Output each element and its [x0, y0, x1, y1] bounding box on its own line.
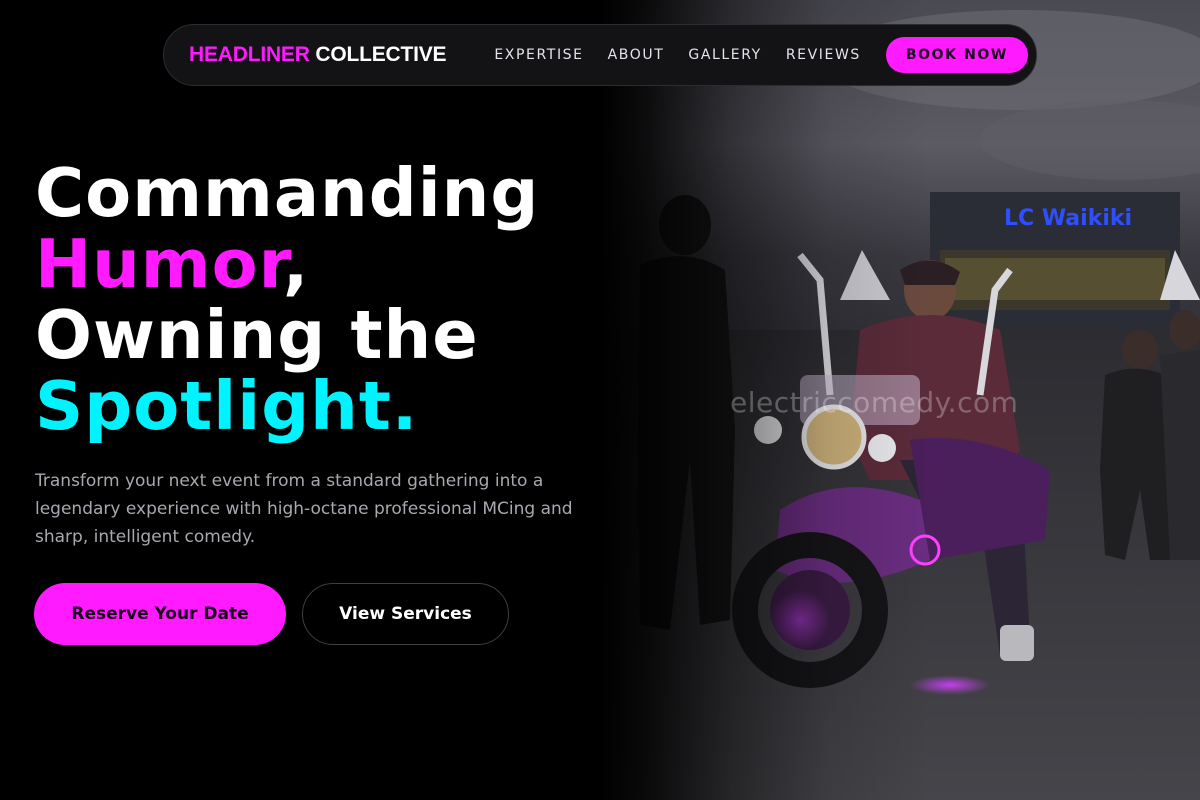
headline-highlight-humor: Humor — [35, 225, 283, 303]
nav-link-expertise[interactable]: EXPERTISE — [494, 47, 583, 63]
top-navbar: HEADLINER COLLECTIVE EXPERTISE ABOUT GAL… — [163, 24, 1037, 86]
brand-name-accent: HEADLINER — [189, 43, 310, 66]
headline-line-2: Humor, — [35, 229, 539, 300]
headline-line-1: Commanding — [35, 154, 540, 232]
reserve-date-button[interactable]: Reserve Your Date — [34, 583, 286, 645]
headline-comma: , — [282, 225, 310, 303]
nav-link-reviews[interactable]: REVIEWS — [786, 47, 861, 63]
brand-logo[interactable]: HEADLINER COLLECTIVE — [189, 43, 447, 67]
nav-link-gallery[interactable]: GALLERY — [688, 47, 761, 63]
image-watermark: electriccomedy.com — [730, 386, 1019, 419]
nav-links: EXPERTISE ABOUT GALLERY REVIEWS — [494, 47, 861, 63]
headline-line-4: Spotlight. — [35, 367, 419, 445]
hero-subtitle: Transform your next event from a standar… — [35, 471, 573, 547]
headline-line-3: Owning the — [35, 296, 479, 374]
brand-name-rest: COLLECTIVE — [309, 43, 447, 66]
book-now-button[interactable]: BOOK NOW — [885, 37, 1028, 73]
view-services-button[interactable]: View Services — [302, 583, 509, 645]
nav-link-about[interactable]: ABOUT — [608, 47, 665, 63]
store-sign: LC Waikiki — [1004, 206, 1132, 231]
hero-headline: Commanding Humor, Owning the Spotlight. — [35, 158, 539, 442]
